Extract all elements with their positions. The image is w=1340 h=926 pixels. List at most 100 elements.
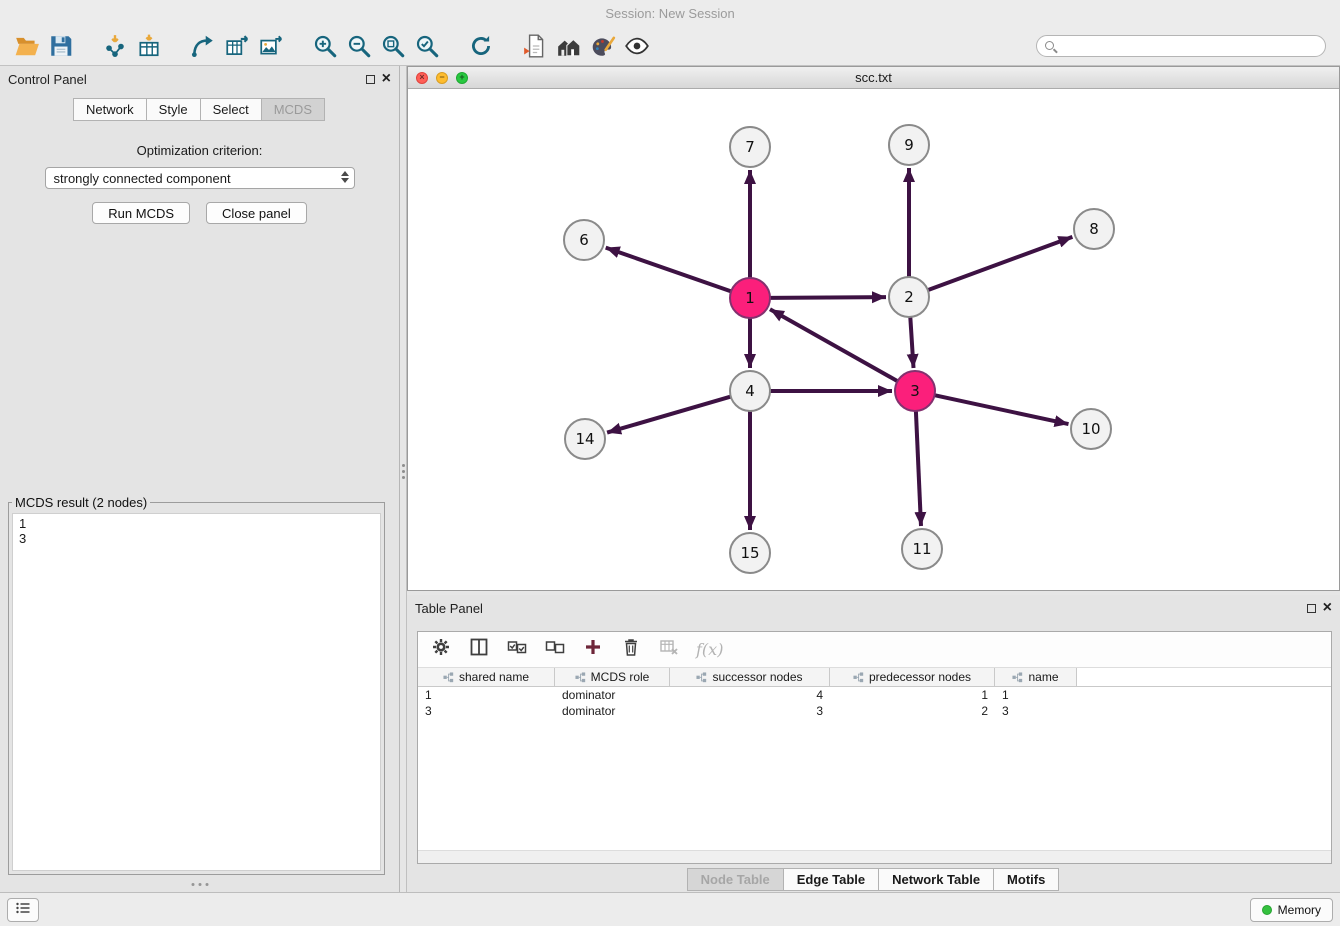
search-input[interactable] bbox=[1036, 35, 1326, 57]
svg-text:14: 14 bbox=[575, 430, 594, 448]
tab-network-table[interactable]: Network Table bbox=[878, 868, 994, 891]
import-network-button[interactable] bbox=[98, 29, 132, 63]
graph-node-4[interactable]: 4 bbox=[730, 371, 770, 411]
graph-edge-3-1[interactable] bbox=[770, 309, 898, 381]
zoom-in-icon bbox=[312, 33, 338, 59]
save-session-button[interactable] bbox=[44, 29, 78, 63]
create-column-button[interactable] bbox=[582, 639, 604, 661]
zoom-in-button[interactable] bbox=[308, 29, 342, 63]
first-neighbors-button[interactable] bbox=[552, 29, 586, 63]
status-bar: Memory bbox=[0, 892, 1340, 926]
select-all-button[interactable] bbox=[506, 639, 528, 661]
zoom-fit-button[interactable] bbox=[376, 29, 410, 63]
graph-node-15[interactable]: 15 bbox=[730, 533, 770, 573]
graph-edge-3-11[interactable] bbox=[916, 411, 921, 526]
minimize-window-icon[interactable]: − bbox=[436, 72, 448, 84]
table-cell: 3 bbox=[418, 704, 555, 718]
network-canvas[interactable]: 7 9 6 8 1 2 4 3 14 10 15 11 bbox=[408, 89, 1339, 590]
export-table-icon bbox=[224, 33, 250, 59]
delete-column-button[interactable] bbox=[620, 639, 642, 661]
open-session-button[interactable] bbox=[10, 29, 44, 63]
memory-button[interactable]: Memory bbox=[1250, 898, 1333, 922]
close-window-icon[interactable]: × bbox=[416, 72, 428, 84]
task-history-button[interactable] bbox=[7, 898, 39, 922]
tab-node-table[interactable]: Node Table bbox=[687, 868, 784, 891]
graph-node-11[interactable]: 11 bbox=[902, 529, 942, 569]
tab-mcds[interactable]: MCDS bbox=[261, 98, 325, 121]
horizontal-scrollbar[interactable] bbox=[418, 850, 1331, 863]
run-mcds-button[interactable]: Run MCDS bbox=[92, 202, 190, 224]
tab-edge-table[interactable]: Edge Table bbox=[783, 868, 879, 891]
show-hide-button[interactable] bbox=[620, 29, 654, 63]
refresh-icon bbox=[468, 33, 494, 59]
table-cell: 1 bbox=[830, 688, 995, 702]
svg-text:6: 6 bbox=[579, 231, 589, 249]
graph-node-1[interactable]: 1 bbox=[730, 278, 770, 318]
function-builder-button: f(x) bbox=[696, 640, 723, 659]
close-table-panel-icon[interactable]: × bbox=[1323, 602, 1332, 614]
graph-edge-1-6[interactable] bbox=[606, 248, 731, 292]
network-graph[interactable]: 7 9 6 8 1 2 4 3 14 10 15 11 bbox=[408, 89, 1337, 590]
column-header-mcds-role[interactable]: MCDS role bbox=[555, 668, 670, 686]
panel-resize-grip[interactable] bbox=[191, 883, 208, 886]
checked-boxes-icon bbox=[507, 637, 527, 662]
apply-style-button[interactable] bbox=[586, 29, 620, 63]
graph-edge-4-14[interactable] bbox=[607, 397, 731, 433]
mcds-result-text[interactable]: 1 3 bbox=[12, 513, 381, 871]
svg-text:15: 15 bbox=[740, 544, 759, 562]
float-panel-icon[interactable] bbox=[366, 75, 375, 84]
zoom-out-button[interactable] bbox=[342, 29, 376, 63]
close-panel-button[interactable]: Close panel bbox=[206, 202, 307, 224]
zoom-selected-button[interactable] bbox=[410, 29, 444, 63]
graph-edge-3-10[interactable] bbox=[935, 395, 1069, 424]
palette-brush-icon bbox=[590, 33, 616, 59]
import-table-button[interactable] bbox=[132, 29, 166, 63]
tab-motifs[interactable]: Motifs bbox=[993, 868, 1059, 891]
table-header-row: shared nameMCDS rolesuccessor nodesprede… bbox=[418, 668, 1331, 687]
graph-node-10[interactable]: 10 bbox=[1071, 409, 1111, 449]
column-header-successor-nodes[interactable]: successor nodes bbox=[670, 668, 830, 686]
tab-style[interactable]: Style bbox=[146, 98, 201, 121]
tab-select[interactable]: Select bbox=[200, 98, 262, 121]
graph-node-7[interactable]: 7 bbox=[730, 127, 770, 167]
table-container: f(x) shared nameMCDS rolesuccessor nodes… bbox=[417, 631, 1332, 864]
float-table-panel-icon[interactable] bbox=[1307, 604, 1316, 613]
table-settings-button[interactable] bbox=[430, 639, 452, 661]
delete-table-button bbox=[658, 639, 680, 661]
graph-edge-2-8[interactable] bbox=[928, 237, 1073, 290]
column-header-name[interactable]: name bbox=[995, 668, 1077, 686]
vertical-splitter[interactable] bbox=[400, 66, 407, 892]
graph-node-14[interactable]: 14 bbox=[565, 419, 605, 459]
table-row[interactable]: 3dominator323 bbox=[418, 703, 1331, 719]
export-image-button[interactable] bbox=[254, 29, 288, 63]
network-view-window: × − + scc.txt 7 9 6 8 1 2 4 3 14 10 15 11 bbox=[407, 66, 1340, 591]
graph-edge-1-2[interactable] bbox=[770, 297, 886, 298]
mcds-result-box: MCDS result (2 nodes) 1 3 bbox=[8, 495, 385, 875]
close-panel-icon[interactable]: × bbox=[382, 73, 391, 85]
table-row[interactable]: 1dominator411 bbox=[418, 687, 1331, 703]
gear-icon bbox=[431, 637, 451, 662]
refresh-view-button[interactable] bbox=[464, 29, 498, 63]
network-window-titlebar[interactable]: × − + scc.txt bbox=[408, 67, 1339, 89]
graph-node-9[interactable]: 9 bbox=[889, 125, 929, 165]
criterion-select[interactable]: strongly connected component bbox=[45, 167, 355, 189]
table-panel-header: Table Panel × bbox=[407, 595, 1340, 621]
graph-node-6[interactable]: 6 bbox=[564, 220, 604, 260]
maximize-window-icon[interactable]: + bbox=[456, 72, 468, 84]
svg-text:8: 8 bbox=[1089, 220, 1099, 238]
column-header-shared-name[interactable]: shared name bbox=[418, 668, 555, 686]
column-header-predecessor-nodes[interactable]: predecessor nodes bbox=[830, 668, 995, 686]
graph-node-8[interactable]: 8 bbox=[1074, 209, 1114, 249]
file-transfer-button[interactable] bbox=[518, 29, 552, 63]
memory-status-icon bbox=[1262, 905, 1272, 915]
svg-text:4: 4 bbox=[745, 382, 755, 400]
export-table-button[interactable] bbox=[220, 29, 254, 63]
export-network-button[interactable] bbox=[186, 29, 220, 63]
tab-network[interactable]: Network bbox=[73, 98, 147, 121]
graph-node-3[interactable]: 3 bbox=[895, 371, 935, 411]
window-title: Session: New Session bbox=[605, 6, 734, 21]
graph-edge-2-3[interactable] bbox=[910, 317, 913, 368]
show-column-button[interactable] bbox=[468, 639, 490, 661]
graph-node-2[interactable]: 2 bbox=[889, 277, 929, 317]
deselect-all-button[interactable] bbox=[544, 639, 566, 661]
